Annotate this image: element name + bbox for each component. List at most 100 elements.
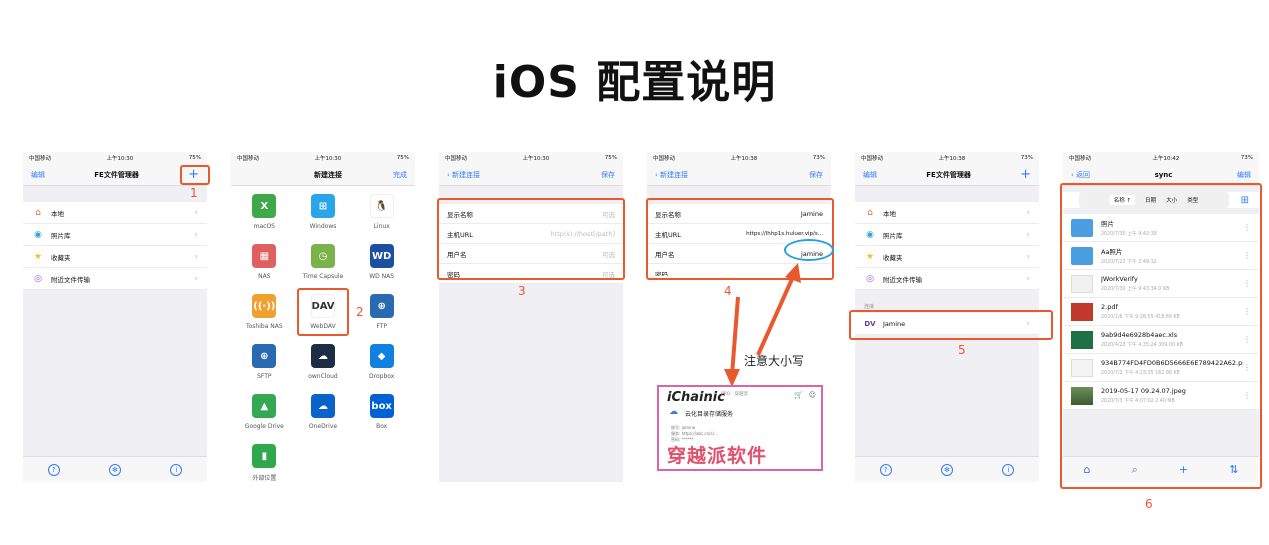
service-tile[interactable]: ◷ Time Capsule xyxy=(294,244,353,288)
service-icon: ▲ xyxy=(252,394,277,418)
time-label: 上午10:38 xyxy=(938,156,966,162)
service-label: ownCloud xyxy=(308,373,338,380)
service-icon: ▮ xyxy=(252,444,277,468)
gear-icon[interactable]: ✻ xyxy=(108,463,121,476)
smile-icon: ☺ xyxy=(808,391,816,399)
service-label: Windows xyxy=(309,223,337,230)
list-item-label: 附近文件传输 xyxy=(51,275,90,284)
back-label: 新建连接 xyxy=(452,170,481,179)
nav-title: sync xyxy=(1154,170,1173,179)
airdrop-icon: ◎ xyxy=(866,273,874,284)
list-item-photos[interactable]: ◉ 照片库 › xyxy=(23,224,207,246)
service-tile[interactable]: ▮ 外部位置 xyxy=(235,444,294,482)
service-icon: X xyxy=(252,194,277,218)
nav-title: 新建连接 xyxy=(314,170,342,179)
help-icon[interactable]: ? xyxy=(879,463,892,476)
list-item-nearby[interactable]: ◎ 附近文件传输 › xyxy=(23,268,207,290)
list-item-label: 本地 xyxy=(51,209,64,218)
step-number-5: 5 xyxy=(958,343,966,357)
battery-label: 73% xyxy=(1240,155,1253,161)
list-item-nearby[interactable]: ◎ 附近文件传输 › xyxy=(855,268,1039,290)
list-item-local[interactable]: ⌂ 本地 › xyxy=(855,202,1039,224)
back-button[interactable]: ‹ 新建连接 xyxy=(447,170,480,180)
highlight-file-browser xyxy=(1060,183,1262,489)
service-label: Linux xyxy=(373,223,390,230)
service-tile[interactable]: ⊞ Windows xyxy=(294,194,353,238)
chevron-right-icon: › xyxy=(194,273,198,284)
edit-button[interactable]: 编辑 xyxy=(31,170,45,180)
service-tile[interactable]: ▦ NAS xyxy=(235,244,294,288)
house-icon: ⌂ xyxy=(35,207,41,218)
service-tile[interactable]: ⊕ SFTP xyxy=(235,344,294,388)
gear-icon[interactable]: ✻ xyxy=(940,463,953,476)
edit-button[interactable]: 编辑 xyxy=(1237,170,1251,180)
list-item-favorites[interactable]: ★ 收藏夹 › xyxy=(23,246,207,268)
edit-button[interactable]: 编辑 xyxy=(863,170,877,180)
help-icon[interactable]: ? xyxy=(47,463,60,476)
back-button[interactable]: ‹ 新建连接 xyxy=(655,170,688,180)
status-bar: 中国移动 上午10:30 75% xyxy=(439,152,623,164)
list-item-photos[interactable]: ◉ 照片库 › xyxy=(855,224,1039,246)
service-tile[interactable]: ☁ OneDrive xyxy=(294,394,353,438)
info-icon[interactable]: i xyxy=(1002,463,1015,476)
nav-bar: 新建连接 完成 xyxy=(231,164,415,186)
add-button[interactable]: + xyxy=(1020,168,1031,181)
chevron-right-icon: › xyxy=(194,251,198,262)
service-icon: ◆ xyxy=(369,344,394,368)
service-icon: ◷ xyxy=(310,244,335,268)
service-tile[interactable]: ▲ Google Drive xyxy=(235,394,294,438)
time-label: 上午10:38 xyxy=(730,156,758,162)
battery-label: 75% xyxy=(604,155,617,161)
service-tile[interactable]: ◆ Dropbox xyxy=(352,344,411,388)
nav-title: FE文件管理器 xyxy=(94,170,139,179)
card-service: 云化目录存储服务 xyxy=(685,411,734,418)
chevron-right-icon: › xyxy=(1026,273,1030,284)
service-icon: ⊞ xyxy=(310,194,335,218)
service-tile[interactable]: XmacOS xyxy=(235,194,294,238)
back-button[interactable]: ‹ 返回 xyxy=(1071,170,1090,180)
status-bar: 中国移动 上午10:30 75% xyxy=(231,152,415,164)
photos-icon: ◉ xyxy=(866,229,874,240)
list-item-label: 照片库 xyxy=(51,231,71,240)
list-item-label: 附近文件传输 xyxy=(883,275,922,284)
page-title: iOS 配置说明 xyxy=(492,57,777,108)
battery-label: 73% xyxy=(1020,155,1033,161)
battery-label: 73% xyxy=(812,155,825,161)
service-label: WD NAS xyxy=(369,273,395,280)
service-label: OneDrive xyxy=(308,423,338,430)
carrier-label: 中国移动 xyxy=(29,156,52,162)
service-icon: ☁ xyxy=(310,394,335,418)
save-button[interactable]: 保存 xyxy=(809,170,823,180)
service-tile[interactable]: WD WD NAS xyxy=(352,244,411,288)
save-button[interactable]: 保存 xyxy=(601,170,615,180)
account-card: iChainic PRO · 穿越云 🛒 ☺ ☁ 云化目录存储服务 账号: ja… xyxy=(657,385,823,471)
status-bar: 中国移动 上午10:38 73% xyxy=(855,152,1039,164)
service-tile[interactable]: box Box xyxy=(352,394,411,438)
list-item-favorites[interactable]: ★ 收藏夹 › xyxy=(855,246,1039,268)
service-tile[interactable]: ((·)) Toshiba NAS xyxy=(235,294,294,338)
service-tile[interactable]: ☁ ownCloud xyxy=(294,344,353,388)
cart-icon: 🛒 xyxy=(794,391,803,399)
chevron-right-icon: › xyxy=(194,229,198,240)
service-icon: ⊕ xyxy=(252,344,277,368)
info-icon[interactable]: i xyxy=(170,463,183,476)
status-bar: 中国移动 上午10:38 73% xyxy=(647,152,831,164)
back-label: 返回 xyxy=(1076,170,1091,179)
carrier-label: 中国移动 xyxy=(861,156,884,162)
airdrop-icon: ◎ xyxy=(34,273,42,284)
chevron-right-icon: › xyxy=(194,207,198,218)
time-label: 上午10:30 xyxy=(106,156,134,162)
service-label: 外部位置 xyxy=(252,475,277,482)
service-icon: ▦ xyxy=(252,244,277,268)
arrow-up-head xyxy=(785,263,801,283)
done-button[interactable]: 完成 xyxy=(393,170,407,180)
service-icon: 🐧 xyxy=(369,194,394,218)
highlight-webdav xyxy=(297,288,349,336)
list-item-label: 照片库 xyxy=(883,231,903,240)
step-number-6: 6 xyxy=(1145,497,1153,511)
service-tile[interactable]: 🐧 Linux xyxy=(352,194,411,238)
list-item-local[interactable]: ⌂ 本地 › xyxy=(23,202,207,224)
card-subtitle: PRO · 穿越云 xyxy=(721,392,749,397)
service-label: Dropbox xyxy=(369,373,395,380)
status-bar: 中国移动 上午10:30 75% xyxy=(23,152,207,164)
